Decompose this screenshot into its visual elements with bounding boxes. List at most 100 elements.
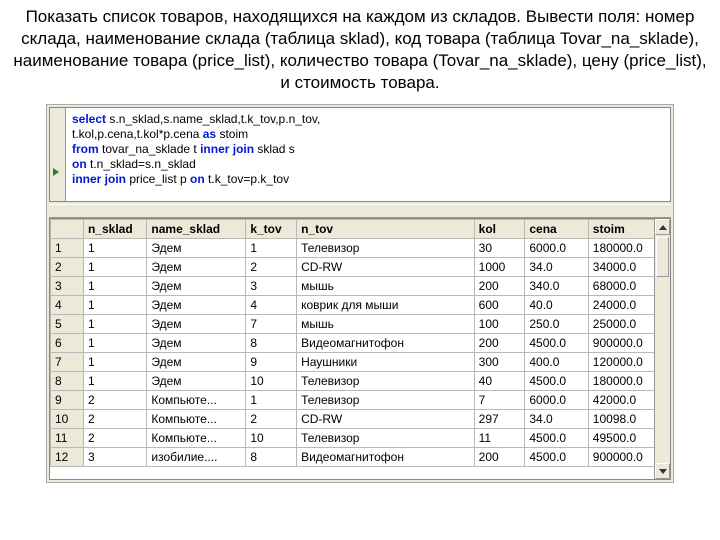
cell[interactable]: 30 (474, 239, 525, 258)
cell[interactable]: коврик для мыши (297, 296, 475, 315)
cell[interactable]: Компьюте... (147, 391, 246, 410)
cell[interactable]: 600 (474, 296, 525, 315)
vertical-scrollbar[interactable] (654, 219, 670, 479)
table-row[interactable]: 123изобилие....8Видеомагнитофон2004500.0… (51, 448, 670, 467)
cell[interactable]: 7 (246, 315, 297, 334)
row-number[interactable]: 3 (51, 277, 84, 296)
cell[interactable]: 2 (83, 410, 146, 429)
cell[interactable]: 1 (246, 239, 297, 258)
cell[interactable]: 8 (246, 448, 297, 467)
cell[interactable]: 4500.0 (525, 372, 588, 391)
cell[interactable]: 8 (246, 334, 297, 353)
cell[interactable]: 200 (474, 334, 525, 353)
cell[interactable]: Эдем (147, 372, 246, 391)
cell[interactable]: 6000.0 (525, 239, 588, 258)
cell[interactable]: 4500.0 (525, 429, 588, 448)
cell[interactable]: 250.0 (525, 315, 588, 334)
row-number[interactable]: 5 (51, 315, 84, 334)
cell[interactable]: Телевизор (297, 391, 475, 410)
cell[interactable]: Компьюте... (147, 410, 246, 429)
cell[interactable]: 2 (246, 258, 297, 277)
cell[interactable]: 1 (83, 372, 146, 391)
cell[interactable]: 1 (83, 334, 146, 353)
cell[interactable]: 297 (474, 410, 525, 429)
cell[interactable]: 10 (246, 372, 297, 391)
cell[interactable]: Телевизор (297, 372, 475, 391)
cell[interactable]: 3 (83, 448, 146, 467)
col-header[interactable]: cena (525, 220, 588, 239)
cell[interactable]: 200 (474, 277, 525, 296)
cell[interactable]: 6000.0 (525, 391, 588, 410)
pane-splitter[interactable] (49, 204, 671, 218)
scroll-up-button[interactable] (655, 219, 670, 235)
table-row[interactable]: 21Эдем2CD-RW100034.034000.0 (51, 258, 670, 277)
col-header[interactable]: n_sklad (83, 220, 146, 239)
cell[interactable]: мышь (297, 277, 475, 296)
row-number[interactable]: 9 (51, 391, 84, 410)
cell[interactable]: мышь (297, 315, 475, 334)
cell[interactable]: Эдем (147, 353, 246, 372)
row-number[interactable]: 8 (51, 372, 84, 391)
table-row[interactable]: 31Эдем3мышь200340.068000.0 (51, 277, 670, 296)
cell[interactable]: 1 (83, 315, 146, 334)
col-header[interactable]: n_tov (297, 220, 475, 239)
cell[interactable]: Телевизор (297, 239, 475, 258)
scroll-track[interactable] (655, 235, 670, 463)
cell[interactable]: Эдем (147, 239, 246, 258)
cell[interactable]: 340.0 (525, 277, 588, 296)
row-number[interactable]: 11 (51, 429, 84, 448)
cell[interactable]: 34.0 (525, 258, 588, 277)
cell[interactable]: 4500.0 (525, 334, 588, 353)
table-row[interactable]: 81Эдем10Телевизор404500.0180000.0 (51, 372, 670, 391)
cell[interactable]: 40.0 (525, 296, 588, 315)
cell[interactable]: 2 (83, 391, 146, 410)
cell[interactable]: 4 (246, 296, 297, 315)
scroll-thumb[interactable] (656, 237, 669, 277)
cell[interactable]: Эдем (147, 334, 246, 353)
cell[interactable]: 40 (474, 372, 525, 391)
cell[interactable]: Видеомагнитофон (297, 448, 475, 467)
corner-cell[interactable] (51, 220, 84, 239)
cell[interactable]: 1 (83, 239, 146, 258)
cell[interactable]: Видеомагнитофон (297, 334, 475, 353)
table-row[interactable]: 11Эдем1Телевизор306000.0180000.0 (51, 239, 670, 258)
cell[interactable]: 4500.0 (525, 448, 588, 467)
cell[interactable]: 100 (474, 315, 525, 334)
cell[interactable]: 9 (246, 353, 297, 372)
col-header[interactable]: k_tov (246, 220, 297, 239)
cell[interactable]: 200 (474, 448, 525, 467)
row-number[interactable]: 6 (51, 334, 84, 353)
table-row[interactable]: 102Компьюте...2CD-RW29734.010098.0 (51, 410, 670, 429)
cell[interactable]: 1 (246, 391, 297, 410)
cell[interactable]: 2 (246, 410, 297, 429)
cell[interactable]: 10 (246, 429, 297, 448)
cell[interactable]: 1000 (474, 258, 525, 277)
cell[interactable]: 1 (83, 296, 146, 315)
cell[interactable]: 11 (474, 429, 525, 448)
cell[interactable]: Эдем (147, 296, 246, 315)
cell[interactable]: 34.0 (525, 410, 588, 429)
table-row[interactable]: 92Компьюте...1Телевизор76000.042000.0 (51, 391, 670, 410)
cell[interactable]: 400.0 (525, 353, 588, 372)
table-row[interactable]: 71Эдем9Наушники300400.0120000.0 (51, 353, 670, 372)
col-header[interactable]: kol (474, 220, 525, 239)
cell[interactable]: CD-RW (297, 410, 475, 429)
cell[interactable]: 2 (83, 429, 146, 448)
row-number[interactable]: 7 (51, 353, 84, 372)
cell[interactable]: Эдем (147, 315, 246, 334)
row-number[interactable]: 4 (51, 296, 84, 315)
cell[interactable]: Эдем (147, 277, 246, 296)
cell[interactable]: 7 (474, 391, 525, 410)
row-number[interactable]: 10 (51, 410, 84, 429)
cell[interactable]: Компьюте... (147, 429, 246, 448)
table-row[interactable]: 41Эдем4коврик для мыши60040.024000.0 (51, 296, 670, 315)
sql-text[interactable]: select s.n_sklad,s.name_sklad,t.k_tov,p.… (50, 108, 670, 201)
col-header[interactable]: name_sklad (147, 220, 246, 239)
cell[interactable]: CD-RW (297, 258, 475, 277)
row-number[interactable]: 1 (51, 239, 84, 258)
cell[interactable]: Эдем (147, 258, 246, 277)
cell[interactable]: изобилие.... (147, 448, 246, 467)
cell[interactable]: 3 (246, 277, 297, 296)
cell[interactable]: Наушники (297, 353, 475, 372)
table-row[interactable]: 61Эдем8Видеомагнитофон2004500.0900000.0 (51, 334, 670, 353)
